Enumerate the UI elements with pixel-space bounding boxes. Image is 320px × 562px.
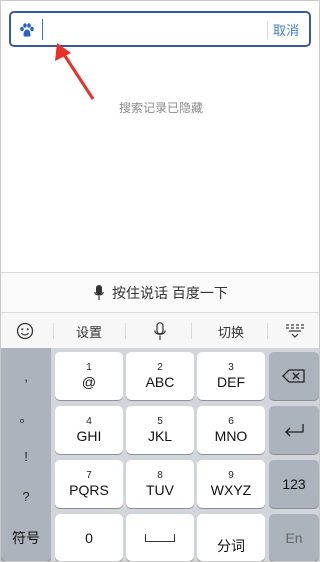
key-letters: MNO [214, 427, 248, 444]
search-divider [267, 21, 268, 39]
switch-button[interactable]: 切换 [201, 313, 261, 349]
key-4[interactable]: 4 GHI [55, 406, 123, 454]
key-8[interactable]: 8 TUV [126, 460, 194, 508]
symbols-key[interactable]: 符号 [1, 514, 51, 561]
key-letters: JKL [147, 427, 173, 444]
key-number: 2 [157, 361, 163, 373]
keyboard-hide-icon [286, 324, 304, 338]
nine-key-keyboard: , 。 ! ? 1 @ 2 ABC 3 DEF 4 GHI 5 JKL 6 MN… [1, 348, 319, 561]
settings-label: 设置 [75, 324, 102, 340]
space-key[interactable] [126, 514, 194, 561]
key-letters: ABC [145, 373, 175, 390]
return-icon [285, 424, 304, 437]
enter-key[interactable] [269, 406, 319, 454]
history-hidden-message: 搜索记录已隐藏 [118, 101, 203, 115]
text-cursor [42, 19, 43, 40]
key-9[interactable]: 9 WXYZ [197, 460, 265, 508]
symbols-key-label: 符号 [12, 529, 40, 546]
key-3[interactable]: 3 DEF [197, 352, 265, 400]
punct-key-exclamation[interactable]: ! [1, 436, 51, 476]
backspace-icon [282, 369, 305, 383]
key-0[interactable]: 0 [55, 514, 123, 561]
key-letters: PQRS [69, 481, 109, 498]
hide-keyboard-button[interactable] [271, 313, 319, 349]
key-number: 3 [228, 361, 234, 373]
key-2[interactable]: 2 ABC [126, 352, 194, 400]
punct-key-comma[interactable]: , [1, 356, 51, 396]
cancel-button[interactable]: 取消 [273, 20, 299, 39]
switch-label: 切换 [217, 324, 244, 340]
key-number: 8 [157, 469, 163, 481]
key-number: 7 [86, 469, 92, 481]
language-key-label: En [285, 529, 303, 546]
annotation-arrow-icon [55, 43, 95, 100]
key-zero-label: 0 [85, 529, 93, 546]
baidu-search-screen: 取消 搜索记录已隐藏 按住说话 百度一下 设置 切换 , 。 ! ? 1 @ 2… [0, 0, 320, 562]
segment-key-label: 分词 [217, 537, 245, 554]
baidu-paw-icon [20, 23, 34, 37]
key-letters: DEF [217, 373, 245, 390]
key-number: 9 [228, 469, 234, 481]
language-key[interactable]: En [269, 514, 319, 561]
key-1[interactable]: 1 @ [55, 352, 123, 400]
toolbar-divider [125, 323, 126, 339]
key-letters: TUV [146, 481, 174, 498]
numbers-key[interactable]: 123 [269, 460, 319, 508]
toolbar-divider [267, 323, 268, 339]
settings-button[interactable]: 设置 [59, 313, 119, 349]
key-5[interactable]: 5 JKL [126, 406, 194, 454]
segment-key[interactable]: 分词 [197, 514, 265, 561]
key-number: 6 [228, 415, 234, 427]
key-letters: @ [81, 373, 97, 390]
voice-input-button[interactable] [135, 313, 185, 349]
key-7[interactable]: 7 PQRS [55, 460, 123, 508]
toolbar-divider [53, 323, 54, 339]
emoji-face-icon [16, 322, 34, 340]
key-number: 4 [86, 415, 92, 427]
key-6[interactable]: 6 MNO [197, 406, 265, 454]
keyboard-toolbar: 设置 切换 [1, 312, 319, 349]
voice-search-bar[interactable]: 按住说话 百度一下 [1, 272, 319, 312]
numbers-key-label: 123 [282, 476, 306, 492]
key-number: 5 [157, 415, 163, 427]
punct-key-period[interactable]: 。 [1, 396, 51, 436]
key-number: 1 [86, 361, 92, 373]
key-letters: WXYZ [210, 481, 252, 498]
voice-search-label: 按住说话 百度一下 [112, 284, 228, 301]
punct-key-question[interactable]: ? [1, 476, 51, 516]
space-icon [145, 533, 175, 542]
delete-key[interactable] [269, 352, 319, 400]
search-input[interactable] [45, 17, 255, 43]
toolbar-divider [191, 323, 192, 339]
emoji-button[interactable] [1, 313, 49, 349]
microphone-icon [94, 284, 104, 300]
microphone-outline-icon [154, 321, 166, 340]
key-letters: GHI [76, 427, 102, 444]
